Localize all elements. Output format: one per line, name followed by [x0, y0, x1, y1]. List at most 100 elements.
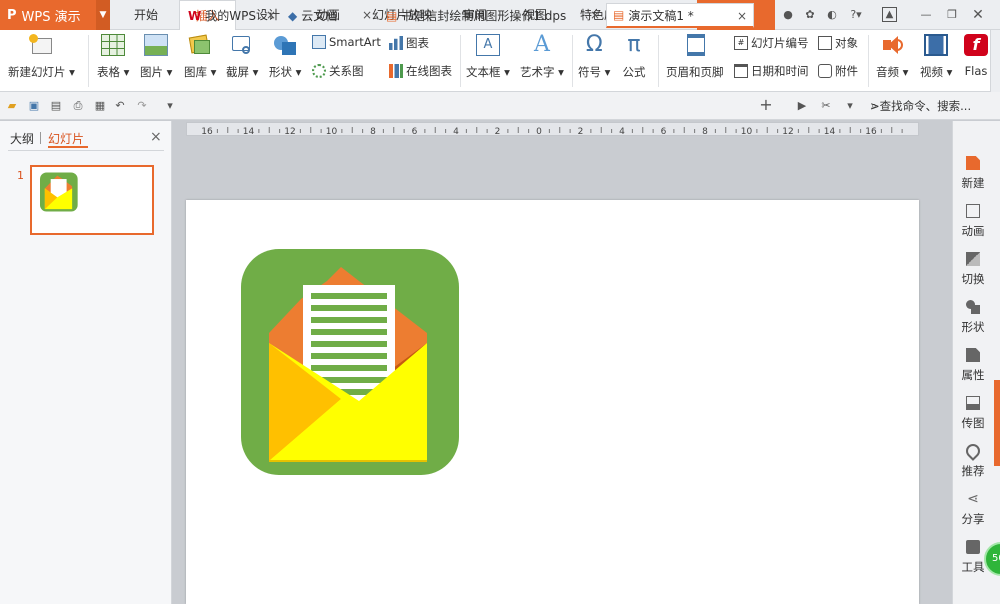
close-tab-icon[interactable]: ×: [590, 8, 600, 22]
new-slide-button[interactable]: 新建幻灯片 ▾: [8, 34, 75, 80]
close-tab-icon[interactable]: ×: [266, 8, 276, 22]
picture-button[interactable]: 图片 ▾: [140, 34, 172, 80]
minimize-icon[interactable]: —: [918, 7, 934, 23]
rail-new-button[interactable]: 新建: [952, 156, 994, 191]
theme-icon[interactable]: ◐: [824, 7, 840, 23]
redo-icon[interactable]: ↷: [134, 98, 150, 114]
rail-share-button[interactable]: ⋖ 分享: [952, 492, 994, 527]
ribbon-divider: [88, 35, 89, 87]
relation-label: 关系图: [329, 64, 364, 78]
print-preview-icon[interactable]: ▦: [92, 98, 108, 114]
speaker-icon: [880, 34, 904, 56]
rail-properties-button[interactable]: 属性: [952, 348, 994, 383]
rail-animation-button[interactable]: 动画: [952, 204, 994, 239]
date-time-button[interactable]: 日期和时间: [734, 63, 809, 79]
rail-label: 属性: [961, 368, 985, 382]
smartart-button[interactable]: SmartArt: [312, 35, 381, 49]
comment-icon[interactable]: ▾: [842, 98, 858, 114]
rail-shapes-button[interactable]: 形状: [952, 300, 994, 335]
dropdown-icon[interactable]: ▾: [558, 65, 564, 79]
save-icon[interactable]: ▣: [26, 98, 42, 114]
dropdown-icon[interactable]: ▾: [69, 65, 75, 79]
screenshot-button[interactable]: 截屏 ▾: [226, 34, 258, 80]
chart-label: 图表: [406, 36, 429, 50]
video-label: 视频: [920, 65, 943, 79]
textbox-button[interactable]: A 文本框 ▾: [466, 34, 510, 80]
attachment-button[interactable]: 附件: [818, 63, 858, 79]
date-time-label: 日期和时间: [751, 64, 809, 78]
rail-recommend-button[interactable]: 推荐: [952, 441, 994, 479]
dropdown-icon[interactable]: ▾: [211, 65, 217, 79]
tab-outline[interactable]: 大纲: [10, 130, 34, 147]
print-icon[interactable]: ⎙: [70, 98, 86, 114]
export-pdf-icon[interactable]: ▤: [48, 98, 64, 114]
ribbon-scroll[interactable]: [990, 30, 1000, 92]
new-tab-button[interactable]: +: [758, 97, 774, 113]
skin-icon[interactable]: ●: [780, 7, 796, 23]
dropdown-icon[interactable]: ▾: [167, 65, 173, 79]
slide-number-button[interactable]: # 幻灯片编号: [734, 35, 809, 51]
quick-access-dropdown-icon[interactable]: ▾: [162, 98, 178, 114]
close-icon[interactable]: ✕: [970, 7, 986, 23]
slideshow-icon[interactable]: ▶: [794, 98, 810, 114]
slide-number: 1: [17, 169, 24, 182]
open-icon[interactable]: ▰: [4, 98, 20, 114]
table-button[interactable]: 表格 ▾: [97, 34, 129, 80]
dropdown-icon[interactable]: ▾: [253, 65, 259, 79]
dropdown-icon[interactable]: ▾: [296, 65, 302, 79]
rail-upload-image-button[interactable]: 传图: [952, 396, 994, 431]
object-icon: [818, 36, 832, 50]
wps-logo-icon: P: [7, 7, 17, 23]
ruler-label: 2: [495, 127, 501, 137]
audio-button[interactable]: 音频 ▾: [876, 34, 908, 80]
help-icon[interactable]: ?▾: [846, 7, 866, 23]
video-button[interactable]: 视频 ▾: [920, 34, 952, 80]
close-tab-icon[interactable]: ×: [362, 8, 372, 22]
ribbon-divider: [460, 35, 461, 87]
slide-thumbnail[interactable]: [30, 165, 154, 235]
dropdown-icon[interactable]: ▾: [124, 65, 130, 79]
tab-presentation-1[interactable]: ▤ 演示文稿1 * ×: [606, 3, 754, 28]
app-menu-button[interactable]: P WPS 演示 ▼: [0, 0, 110, 30]
dropdown-icon[interactable]: ▾: [504, 65, 510, 79]
close-tab-icon[interactable]: ×: [737, 9, 747, 23]
envelope-icon[interactable]: [241, 249, 461, 477]
relation-button[interactable]: 关系图: [312, 63, 364, 79]
dropdown-icon[interactable]: ▾: [605, 65, 611, 79]
tab-slides[interactable]: 幻灯片: [48, 130, 84, 147]
screenshot-icon: [230, 34, 254, 56]
undo-icon[interactable]: ↶: [112, 98, 128, 114]
tab-my-wps[interactable]: W 我的WPS ×: [182, 3, 282, 28]
tab-envelope-dps[interactable]: ▤ 书信信封绘制用图形操作1.dps ×: [380, 3, 606, 28]
symbol-button[interactable]: Ω 符号 ▾: [578, 34, 610, 80]
tab-label: 书信信封绘制用图形操作1.dps: [401, 9, 567, 23]
textbox-label: 文本框: [466, 65, 501, 79]
flash-button[interactable]: f Flas: [964, 34, 988, 78]
formula-button[interactable]: π 公式: [622, 34, 646, 80]
tab-label: 演示文稿1 *: [628, 8, 694, 23]
close-panel-icon[interactable]: ×: [150, 129, 162, 145]
rail-transition-button[interactable]: 切换: [952, 252, 994, 287]
slide-canvas[interactable]: [186, 200, 919, 604]
rail-collapse-handle[interactable]: [994, 380, 1000, 466]
header-footer-button[interactable]: 页眉和页脚: [666, 34, 724, 80]
tab-home[interactable]: 开始: [122, 0, 170, 30]
command-search-input[interactable]: >查找命令、搜索...: [870, 98, 971, 114]
collapse-ribbon-icon[interactable]: ▲: [882, 7, 897, 22]
dropdown-icon[interactable]: ▾: [947, 65, 953, 79]
format-painter-icon[interactable]: ✂: [818, 98, 834, 114]
chart-button[interactable]: 图表: [389, 35, 429, 51]
online-chart-button[interactable]: 在线图表: [389, 63, 452, 79]
dropdown-icon[interactable]: ▾: [903, 65, 909, 79]
settings-icon[interactable]: ✿: [802, 7, 818, 23]
app-menu-dropdown-icon[interactable]: ▼: [96, 0, 110, 30]
ribbon-divider: [572, 35, 573, 87]
restore-icon[interactable]: ❐: [944, 7, 960, 23]
wordart-button[interactable]: A 艺术字 ▾: [520, 34, 564, 80]
gallery-button[interactable]: 图库 ▾: [184, 34, 216, 80]
tab-cloud-docs[interactable]: ◆ 云文档 ×: [282, 3, 378, 28]
shapes-button[interactable]: 形状 ▾: [269, 34, 301, 80]
header-footer-icon: [687, 34, 706, 56]
object-button[interactable]: 对象: [818, 35, 858, 51]
calendar-icon: [734, 64, 748, 78]
